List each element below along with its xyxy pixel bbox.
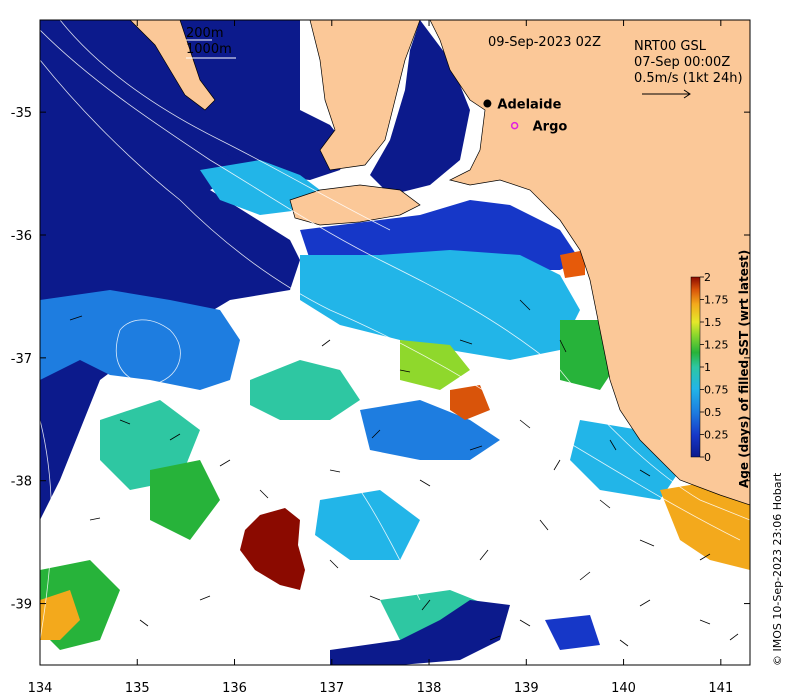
y-tick-label: -35 — [11, 106, 32, 121]
contour-200m-label: 200m — [186, 26, 223, 41]
current-legend-line2: 07-Sep 00:00Z — [634, 55, 730, 70]
contour-1000m-label: 1000m — [186, 42, 232, 57]
colorbar-gradient — [690, 276, 701, 458]
y-tick-label: -39 — [11, 598, 32, 613]
adelaide-marker — [483, 99, 492, 108]
map-plot-area — [40, 20, 750, 665]
colorbar-tick-label: 0.5 — [704, 406, 722, 419]
y-tick-label: -37 — [11, 352, 32, 367]
place-label: Argo — [533, 120, 568, 135]
x-tick-label: 137 — [319, 681, 344, 696]
x-tick-label: 134 — [28, 681, 53, 696]
colorbar-tick-label: 0 — [704, 451, 711, 464]
colorbar-tick-label: 1.75 — [704, 294, 729, 307]
colorbar-label: Age (days) of filled SST (wrt latest) — [737, 250, 751, 488]
y-tick-label: -36 — [11, 229, 32, 244]
x-tick-label: 140 — [611, 681, 636, 696]
colorbar-tick-label: 1 — [704, 361, 711, 374]
colorbar-tick-label: 0.25 — [704, 429, 729, 442]
sst-age-map: 200m 1000m 09-Sep-2023 02Z NRT00 GSL 07-… — [11, 19, 784, 696]
colorbar-tick-label: 0.75 — [704, 384, 729, 397]
place-label: Adelaide — [497, 98, 561, 113]
credit-text: © IMOS 10-Sep-2023 23:06 Hobart — [771, 472, 784, 666]
x-tick-label: 141 — [708, 681, 733, 696]
current-legend-line1: NRT00 GSL — [634, 39, 707, 54]
x-tick-label: 136 — [222, 681, 247, 696]
colorbar-tick-label: 1.5 — [704, 316, 722, 329]
colorbar-tick-label: 2 — [704, 271, 711, 284]
map-timestamp: 09-Sep-2023 02Z — [488, 35, 601, 50]
current-legend-line3: 0.5m/s (1kt 24h) — [634, 71, 743, 86]
y-tick-label: -38 — [11, 475, 32, 490]
colorbar-tick-label: 1.25 — [704, 339, 729, 352]
x-tick-label: 139 — [514, 681, 539, 696]
x-tick-label: 135 — [125, 681, 150, 696]
x-tick-label: 138 — [417, 681, 442, 696]
